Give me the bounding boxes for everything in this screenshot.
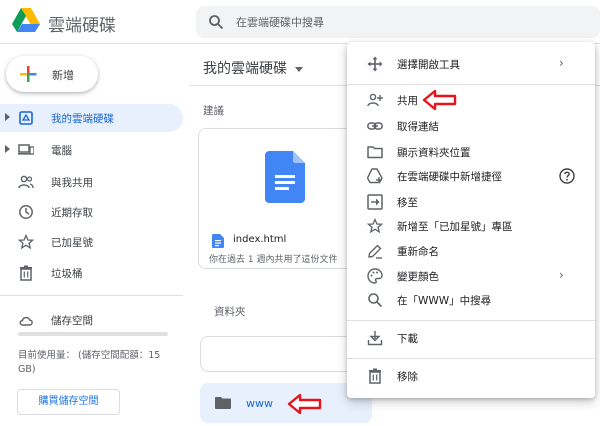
sidebar-item-label: 垃圾桶 — [51, 268, 83, 280]
trash-icon — [369, 368, 381, 384]
open-with-icon — [367, 56, 383, 72]
page-title-text: 我的雲端硬碟 — [203, 61, 287, 77]
menu-item-show-folder-location[interactable]: 顯示資料夾位置 — [347, 140, 595, 164]
palette-icon — [367, 268, 383, 284]
annotation-arrow-icon — [287, 393, 322, 415]
storage-usage-text: 目前使用量： (儲存空間配額：15 GB) — [18, 350, 161, 375]
menu-item-label: 在雲端硬碟中新增捷徑 — [397, 171, 502, 183]
menu-item-add-shortcut[interactable]: 在雲端硬碟中新增捷徑 — [347, 164, 595, 188]
rename-pencil-icon — [368, 244, 382, 259]
sidebar-item-label: 我的雲端硬碟 — [51, 113, 114, 125]
expand-arrow-icon[interactable] — [5, 113, 10, 121]
search-input[interactable] — [236, 13, 536, 31]
sidebar-item-label: 電腦 — [51, 145, 72, 157]
my-drive-icon — [19, 111, 33, 125]
shared-with-me-icon — [18, 175, 34, 189]
file-suggestion-reason: 你在過去 1 週內共用了這份文件 — [209, 255, 338, 265]
sidebar-item-storage[interactable]: 儲存空間 — [0, 306, 183, 334]
storage-label: 儲存空間 — [51, 315, 93, 327]
plus-icon — [20, 66, 37, 82]
suggested-section-label: 建議 — [203, 105, 224, 117]
sidebar-item-trash[interactable]: 垃圾桶 — [0, 259, 183, 287]
top-bar: 雲端硬碟 — [0, 0, 600, 44]
sidebar-item-label: 近期存取 — [51, 207, 93, 219]
sidebar-item-computers[interactable]: 電腦 — [0, 136, 183, 164]
menu-item-search-in-folder[interactable]: 在「WWW」中搜尋 — [347, 288, 595, 312]
context-menu: 選擇開啟工具 › 共用 取得連結 顯示資料夾位置 在雲端硬碟中新增捷徑 移至 新… — [347, 42, 595, 398]
help-icon[interactable] — [559, 168, 575, 184]
menu-item-label: 取得連結 — [397, 121, 439, 133]
annotation-arrow-icon — [422, 89, 457, 111]
chevron-right-icon: › — [559, 56, 564, 70]
new-button-label: 新增 — [52, 69, 74, 82]
menu-item-label: 顯示資料夾位置 — [397, 147, 471, 159]
menu-item-add-to-starred[interactable]: 新增至「已加星號」專區 — [347, 214, 595, 238]
expand-arrow-icon[interactable] — [5, 145, 10, 153]
trash-icon — [20, 265, 32, 281]
buy-storage-button[interactable]: 購買儲存空間 — [17, 389, 120, 415]
menu-item-label: 下載 — [397, 333, 418, 345]
folders-section-label: 資料夾 — [214, 306, 246, 318]
menu-item-download[interactable]: 下載 — [347, 326, 595, 350]
sidebar-item-my-drive[interactable]: 我的雲端硬碟 — [0, 104, 183, 132]
app-title: 雲端硬碟 — [48, 16, 116, 36]
menu-item-share[interactable]: 共用 — [347, 88, 595, 112]
menu-divider — [347, 84, 595, 85]
chevron-down-icon — [295, 66, 303, 72]
sidebar-item-label: 與我共用 — [51, 177, 93, 189]
menu-item-label: 新增至「已加星號」專區 — [397, 221, 513, 233]
menu-item-open-with[interactable]: 選擇開啟工具 › — [347, 52, 595, 76]
google-docs-icon — [265, 151, 305, 203]
folder-icon — [215, 397, 231, 409]
sidebar-item-starred[interactable]: 已加星號 — [0, 228, 183, 256]
menu-divider — [347, 320, 595, 321]
page-title[interactable]: 我的雲端硬碟 — [203, 58, 303, 78]
folder-name: www — [246, 397, 273, 410]
menu-item-label: 選擇開啟工具 — [397, 59, 460, 71]
add-shortcut-icon — [367, 168, 383, 184]
cloud-icon — [19, 316, 33, 326]
chevron-right-icon: › — [559, 268, 564, 282]
star-icon — [18, 234, 34, 250]
sidebar-item-recent[interactable]: 近期存取 — [0, 198, 183, 226]
link-icon — [367, 122, 383, 130]
download-icon — [367, 331, 383, 346]
sidebar-item-label: 已加星號 — [51, 237, 93, 249]
star-outline-icon — [367, 218, 383, 234]
menu-item-label: 在「WWW」中搜尋 — [397, 295, 492, 307]
menu-item-label: 共用 — [397, 95, 418, 107]
menu-item-label: 移除 — [397, 371, 418, 383]
menu-item-rename[interactable]: 重新命名 — [347, 239, 595, 263]
drive-logo-icon[interactable] — [12, 8, 40, 32]
doc-file-icon — [212, 234, 224, 248]
menu-divider — [347, 358, 595, 359]
menu-item-label: 移至 — [397, 197, 418, 209]
menu-item-label: 變更顏色 — [397, 271, 439, 283]
menu-item-change-color[interactable]: 變更顏色 › — [347, 264, 595, 288]
recent-icon — [19, 205, 33, 219]
computers-icon — [18, 144, 34, 155]
menu-item-remove[interactable]: 移除 — [347, 364, 595, 388]
menu-item-label: 重新命名 — [397, 246, 439, 258]
search-box[interactable] — [196, 6, 600, 38]
menu-item-get-link[interactable]: 取得連結 — [347, 114, 595, 138]
search-icon — [368, 293, 383, 308]
share-person-add-icon — [367, 93, 383, 107]
storage-usage-bar — [18, 332, 168, 336]
move-to-icon — [367, 194, 383, 210]
folder-outline-icon — [367, 146, 383, 159]
search-icon[interactable] — [208, 14, 224, 30]
new-button[interactable]: 新增 — [6, 56, 98, 92]
file-name: index.html — [233, 234, 287, 245]
sidebar-divider — [0, 295, 183, 296]
menu-item-move-to[interactable]: 移至 — [347, 190, 595, 214]
sidebar-item-shared-with-me[interactable]: 與我共用 — [0, 168, 183, 196]
